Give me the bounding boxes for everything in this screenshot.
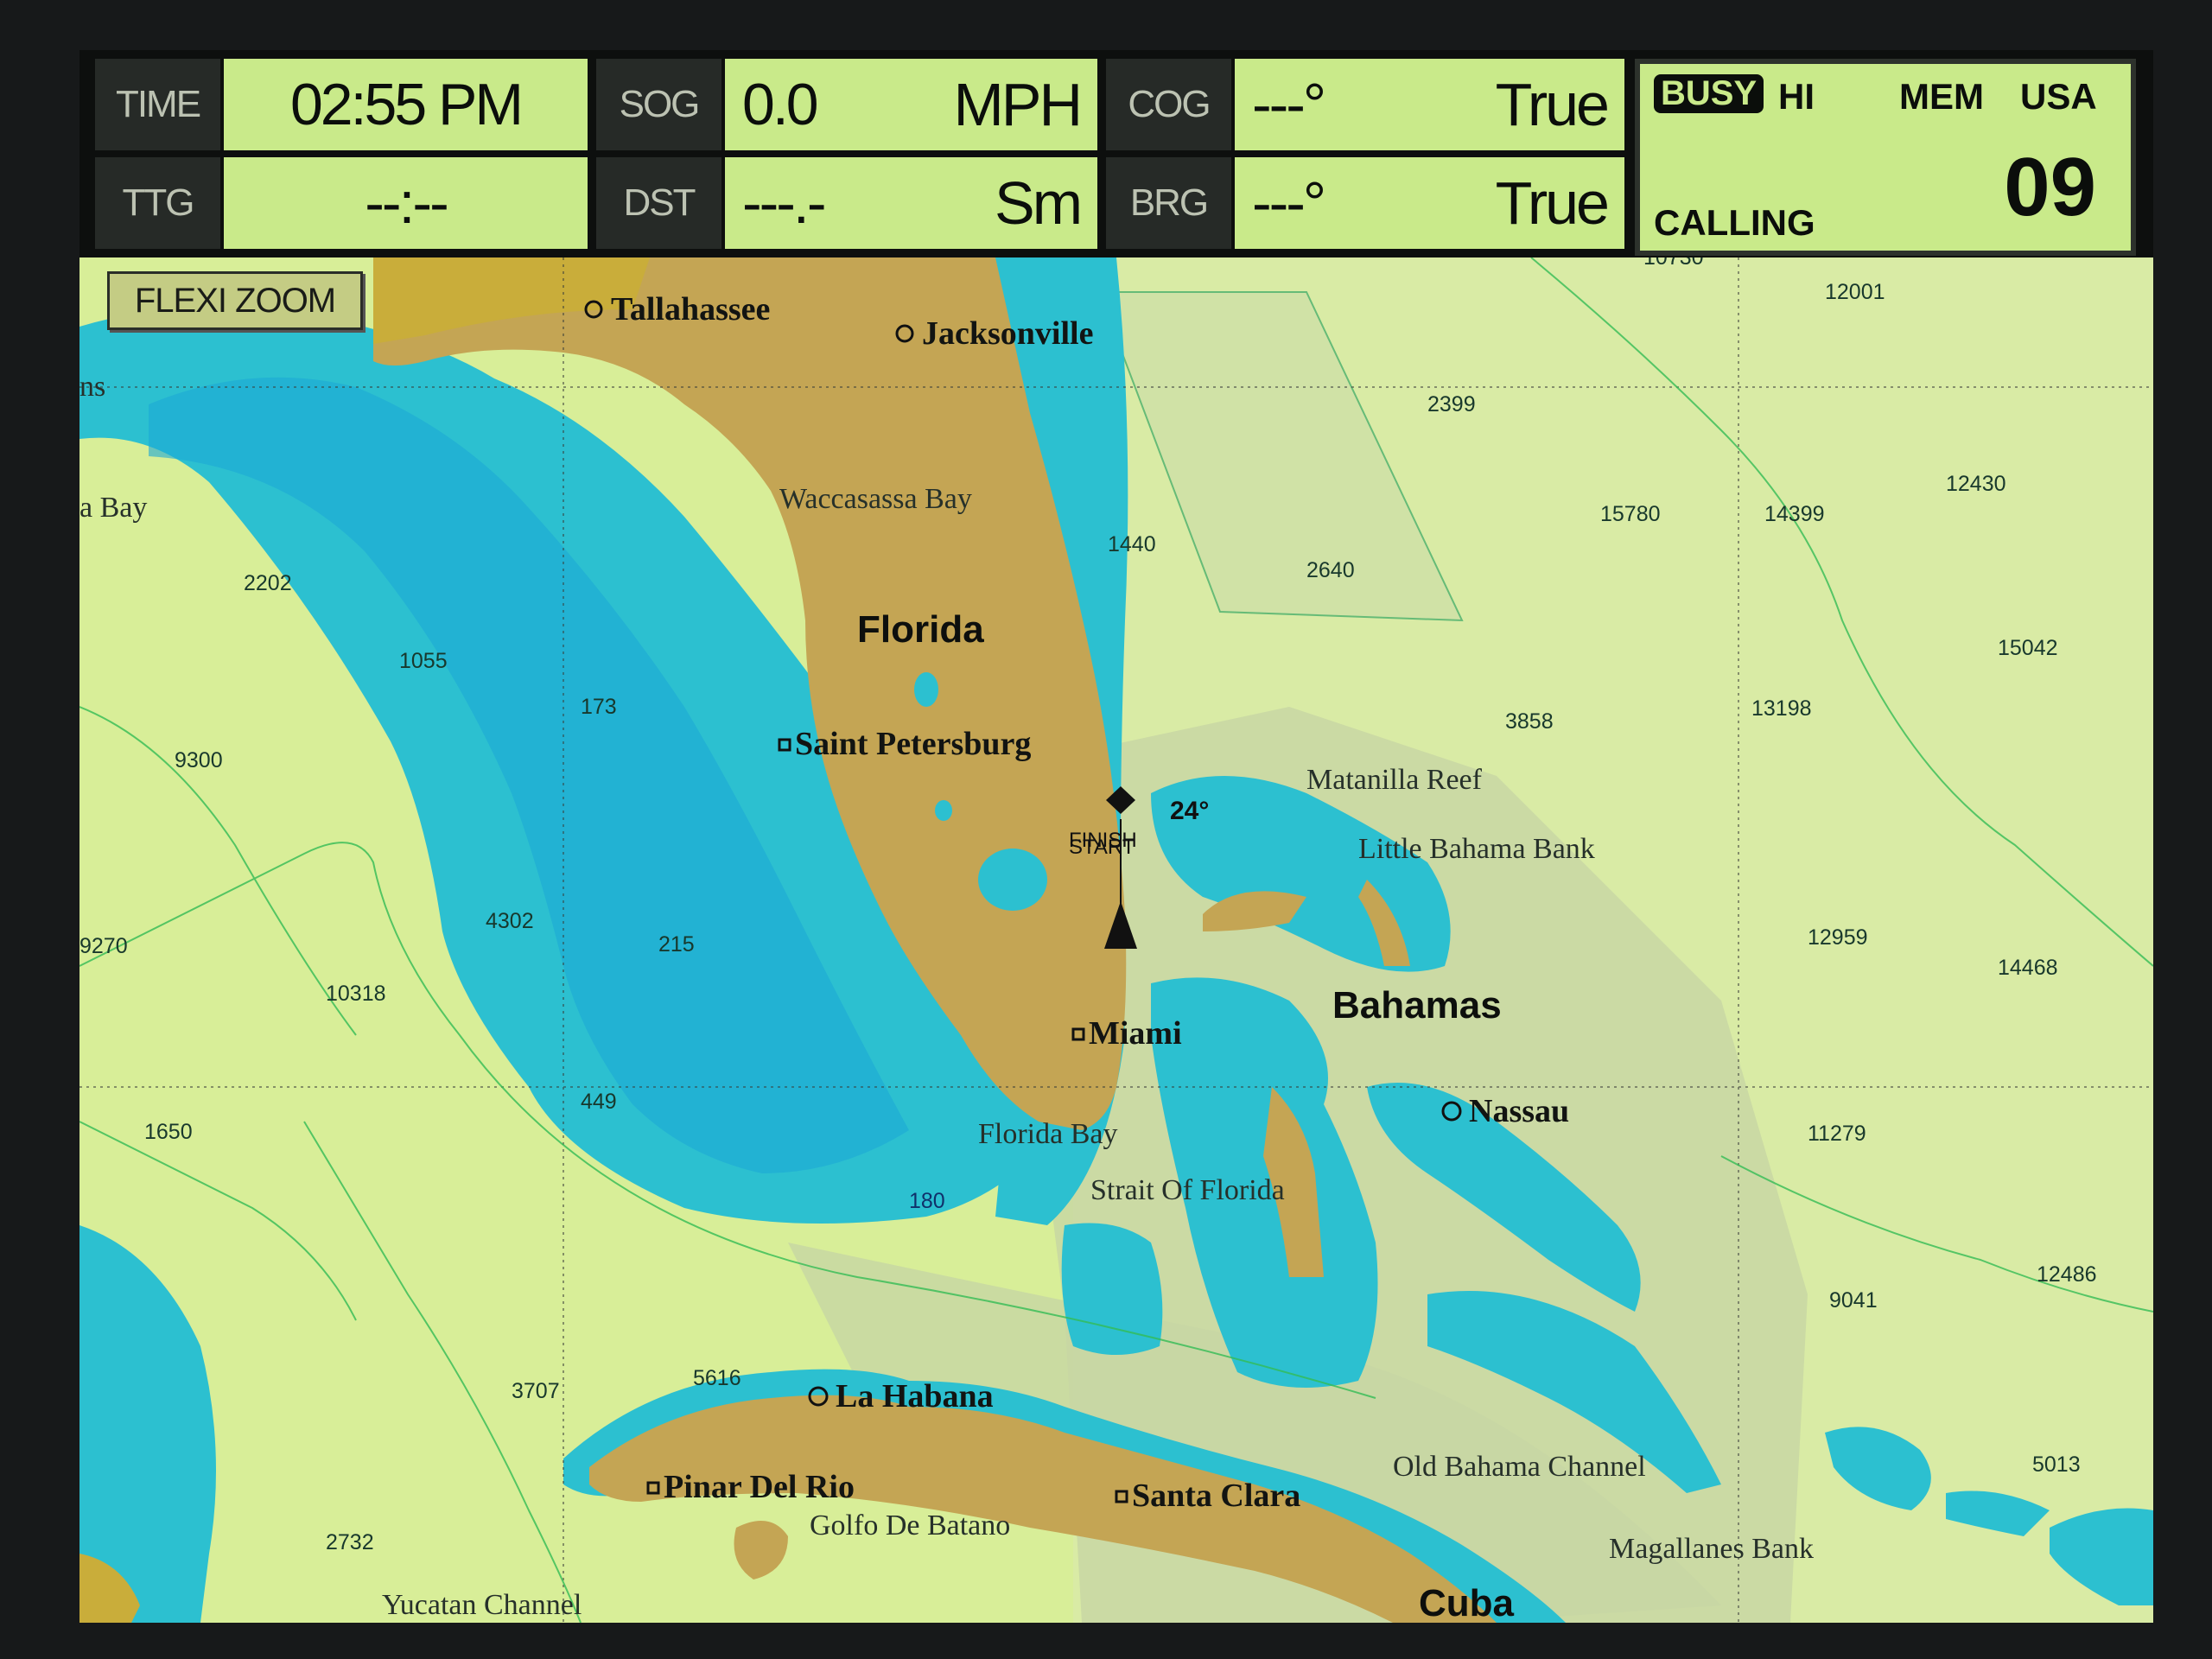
strait-of-florida-label: Strait Of Florida bbox=[1090, 1174, 1285, 1206]
heading-label: 24° bbox=[1170, 797, 1209, 825]
depth-sounding: 9300 bbox=[175, 748, 223, 772]
time-field: TIME 02:55 PM bbox=[95, 59, 588, 150]
depth-sounding: 9270 bbox=[79, 934, 128, 958]
dst-label: DST bbox=[596, 157, 721, 249]
lake-okeechobee bbox=[978, 849, 1047, 911]
depth-sounding: 2202 bbox=[244, 571, 292, 595]
ttg-value: --:-- bbox=[224, 157, 588, 249]
florida-label: Florida bbox=[857, 608, 984, 651]
depth-sounding: 3858 bbox=[1505, 709, 1554, 734]
depth-sounding: 15780 bbox=[1600, 502, 1661, 526]
ns-partial-label: ns bbox=[79, 371, 105, 403]
ttg-label: TTG bbox=[95, 157, 220, 249]
depth-sounding: 14468 bbox=[1998, 956, 2058, 980]
pinar-del-rio-label: Pinar Del Rio bbox=[664, 1469, 855, 1505]
old-bahama-channel-label: Old Bahama Channel bbox=[1393, 1451, 1646, 1483]
brg-unit: True bbox=[1495, 169, 1610, 237]
cuba-label: Cuba bbox=[1419, 1582, 1515, 1623]
depth-sounding: 1440 bbox=[1108, 532, 1156, 556]
cog-field: COG ---° True bbox=[1106, 59, 1624, 150]
saint-petersburg-label: Saint Petersburg bbox=[795, 726, 1031, 762]
waccasassa-bay-label: Waccasassa Bay bbox=[779, 483, 972, 515]
jacksonville-label: Jacksonville bbox=[922, 315, 1093, 352]
depth-sounding: 1055 bbox=[399, 649, 448, 673]
depth-sounding: 449 bbox=[581, 1090, 617, 1114]
depth-sounding: 13198 bbox=[1751, 696, 1812, 721]
matanilla-reef-label: Matanilla Reef bbox=[1306, 764, 1483, 796]
brg-value: ---° bbox=[1252, 170, 1326, 236]
depth-sounding: 215 bbox=[658, 932, 695, 957]
dst-unit: Sm bbox=[995, 169, 1083, 237]
brg-label: BRG bbox=[1106, 157, 1231, 249]
sog-label: SOG bbox=[596, 59, 721, 150]
cog-label: COG bbox=[1106, 59, 1231, 150]
depth-sounding: 2732 bbox=[326, 1530, 374, 1554]
depth-sounding: 4302 bbox=[486, 909, 534, 933]
depth-sounding: 9041 bbox=[1829, 1288, 1878, 1313]
depth-sounding: 12001 bbox=[1825, 280, 1885, 304]
la-habana-label: La Habana bbox=[836, 1378, 994, 1414]
bay-partial-label: a Bay bbox=[79, 492, 147, 524]
depth-sounding: 12486 bbox=[2037, 1262, 2097, 1287]
depth-sounding: 12959 bbox=[1808, 925, 1868, 950]
florida-bay-label: Florida Bay bbox=[978, 1118, 1117, 1150]
ttg-field: TTG --:-- bbox=[95, 157, 588, 249]
nautical-chart[interactable]: Florida Bahamas Cuba Tallahassee Jackson… bbox=[79, 245, 2154, 1624]
channel-number: 09 bbox=[2004, 141, 2096, 233]
depth-sounding: 2399 bbox=[1427, 392, 1476, 416]
radio-status-panel: BUSY HI MEM USA CALLING 09 bbox=[1635, 59, 2136, 256]
depth-sounding: 3707 bbox=[512, 1379, 560, 1403]
chartplotter-screen: TIME 02:55 PM SOG 0.0 MPH COG ---° True TT… bbox=[79, 50, 2154, 1624]
depth-sounding: 5013 bbox=[2032, 1452, 2081, 1477]
calling-status: CALLING bbox=[1654, 202, 1815, 243]
depth-sounding: 1650 bbox=[144, 1120, 193, 1144]
cog-value: ---° bbox=[1252, 72, 1326, 137]
sog-value: 0.0 bbox=[742, 72, 819, 137]
cay-sal-bank bbox=[1061, 1223, 1163, 1355]
yucatan-channel-label: Yucatan Channel bbox=[382, 1589, 582, 1621]
brg-field: BRG ---° True bbox=[1106, 157, 1624, 249]
flexi-zoom-button[interactable]: FLEXI ZOOM bbox=[107, 271, 363, 330]
busy-badge: BUSY bbox=[1654, 74, 1764, 113]
time-value: 02:55 PM bbox=[224, 59, 588, 150]
nassau-label: Nassau bbox=[1469, 1093, 1569, 1129]
sog-unit: MPH bbox=[953, 71, 1083, 138]
chart-canvas[interactable]: Florida Bahamas Cuba Tallahassee Jackson… bbox=[79, 245, 2154, 1624]
hi-indicator: HI bbox=[1778, 76, 1815, 117]
depth-sounding: 173 bbox=[581, 695, 617, 719]
region-indicator: USA bbox=[2020, 76, 2097, 117]
depth-sounding: 15042 bbox=[1998, 636, 2058, 660]
depth-sounding: 5616 bbox=[693, 1366, 741, 1390]
miami-label: Miami bbox=[1089, 1015, 1182, 1052]
bahamas-label: Bahamas bbox=[1332, 984, 1502, 1027]
dst-field: DST ---.- Sm bbox=[596, 157, 1097, 249]
santa-clara-label: Santa Clara bbox=[1132, 1478, 1300, 1514]
start-label: START bbox=[1069, 836, 1135, 859]
depth-sounding: 10730 bbox=[1643, 257, 1704, 270]
magallanes-bank-label: Magallanes Bank bbox=[1609, 1533, 1814, 1565]
depth-sounding: 180 bbox=[909, 1189, 945, 1213]
mem-indicator: MEM bbox=[1899, 76, 1984, 117]
golfo-de-batano-label: Golfo De Batano bbox=[810, 1510, 1010, 1541]
little-bahama-bank-label: Little Bahama Bank bbox=[1358, 833, 1595, 865]
dst-value: ---.- bbox=[742, 170, 826, 236]
sog-field: SOG 0.0 MPH bbox=[596, 59, 1097, 150]
depth-sounding: 12430 bbox=[1946, 472, 2006, 496]
depth-sounding: 11279 bbox=[1808, 1122, 1866, 1146]
depth-sounding: 10318 bbox=[326, 982, 386, 1006]
depth-sounding: 2640 bbox=[1306, 558, 1355, 582]
time-label: TIME bbox=[95, 59, 220, 150]
tallahassee-label: Tallahassee bbox=[611, 291, 770, 327]
cog-unit: True bbox=[1495, 71, 1610, 138]
depth-sounding: 14399 bbox=[1764, 502, 1825, 526]
